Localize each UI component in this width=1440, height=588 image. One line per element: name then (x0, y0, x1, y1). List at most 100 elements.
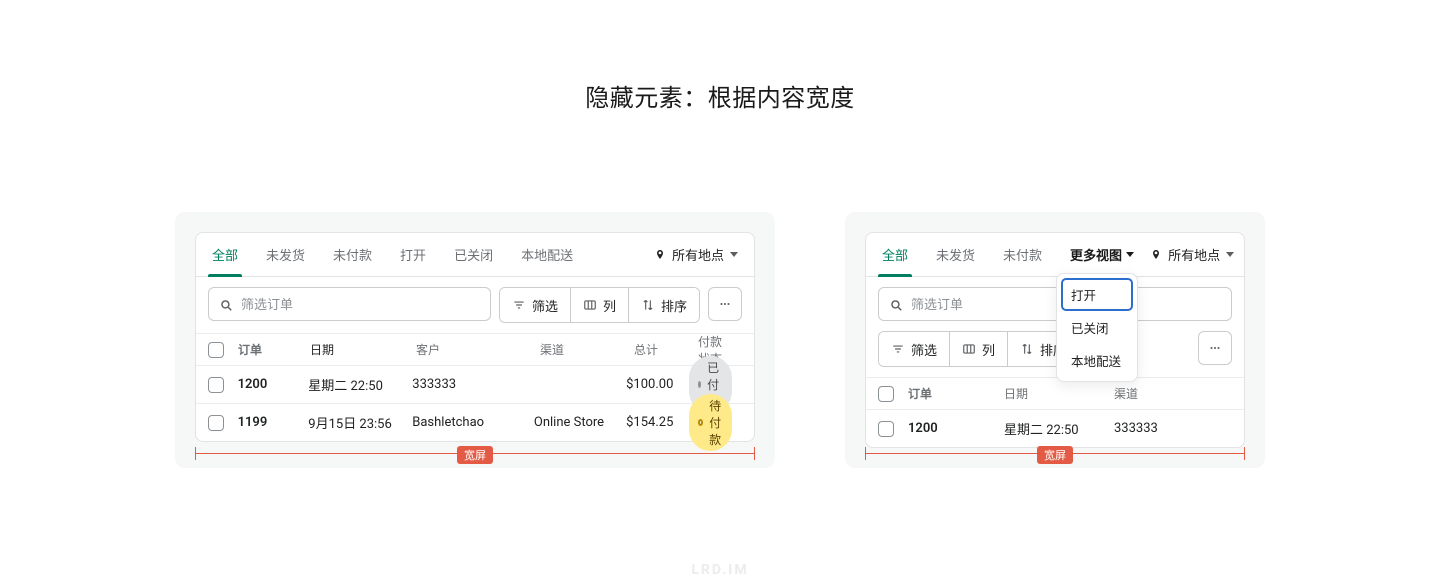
orders-card-wide: 全部 未发货 未付款 打开 已关闭 本地配送 所有地点 (195, 232, 755, 442)
filter-icon (891, 342, 905, 356)
sort-button[interactable]: 排序 (628, 288, 699, 322)
col-date: 日期 (310, 341, 416, 358)
orders-card-narrow: 全部 未发货 未付款 更多视图 所有地点 (865, 232, 1245, 448)
columns-icon (583, 298, 597, 312)
col-order: 订单 (238, 341, 310, 358)
tab-unshipped[interactable]: 未发货 (254, 233, 317, 276)
row-checkbox[interactable] (878, 421, 894, 437)
col-channel: 渠道 (540, 341, 634, 358)
tabs-row: 全部 未发货 未付款 更多视图 所有地点 (866, 233, 1244, 277)
toolbar-2: 筛选 列 排序 (866, 331, 1244, 377)
watermark: LRD.IM (0, 562, 1440, 578)
status-badge-pending: 待付款 (689, 394, 732, 451)
filter-label: 筛选 (532, 296, 558, 315)
cell-date: 星期二 22:50 (1004, 419, 1114, 438)
status-text: 待付款 (709, 397, 723, 448)
menu-item-local-delivery[interactable]: 本地配送 (1061, 344, 1133, 377)
col-channel: 渠道 (1114, 385, 1232, 402)
columns-button[interactable]: 列 (949, 332, 1007, 366)
panel-wide: 全部 未发货 未付款 打开 已关闭 本地配送 所有地点 (175, 212, 775, 468)
chevron-down-icon (1226, 252, 1234, 257)
sort-icon (641, 298, 655, 312)
columns-label: 列 (982, 340, 995, 359)
location-label: 所有地点 (1168, 245, 1220, 264)
location-filter-button[interactable]: 所有地点 (1146, 239, 1238, 270)
select-all-checkbox[interactable] (878, 386, 894, 402)
tab-all[interactable]: 全部 (870, 233, 920, 276)
more-actions-button[interactable] (1198, 331, 1232, 365)
tab-unpaid[interactable]: 未付款 (321, 233, 384, 276)
width-annotation: 宽屏 (865, 444, 1245, 464)
chevron-down-icon (730, 252, 738, 257)
tabs: 全部 未发货 未付款 打开 已关闭 本地配送 (196, 233, 585, 276)
row-checkbox[interactable] (208, 377, 224, 393)
search-input-wrap[interactable] (878, 287, 1232, 321)
annotation-label: 宽屏 (457, 446, 493, 464)
page-title: 隐藏元素：根据内容宽度 (0, 78, 1440, 113)
cell-total: $154.25 (626, 415, 689, 430)
table-row[interactable]: 1199 9月15日 23:56 Bashletchao Online Stor… (196, 403, 754, 441)
tab-more-views[interactable]: 更多视图 (1058, 233, 1146, 276)
toolbar: 筛选 列 排序 (196, 277, 754, 333)
search-input[interactable] (241, 297, 480, 312)
cell-customer: Bashletchao (412, 415, 534, 430)
toolbar-buttons: 筛选 列 排序 (499, 287, 700, 323)
select-all-checkbox[interactable] (208, 342, 224, 358)
col-date: 日期 (1004, 385, 1114, 402)
menu-item-open[interactable]: 打开 (1061, 278, 1133, 311)
examples-row: 全部 未发货 未付款 打开 已关闭 本地配送 所有地点 (0, 212, 1440, 468)
toolbar-buttons: 筛选 列 排序 (878, 331, 1079, 367)
status-dot-icon (698, 419, 703, 426)
menu-item-closed[interactable]: 已关闭 (1061, 311, 1133, 344)
sort-label: 排序 (661, 296, 687, 315)
location-label: 所有地点 (672, 245, 724, 264)
col-order: 订单 (908, 385, 1004, 402)
cell-order: 1200 (238, 377, 309, 392)
filter-label: 筛选 (911, 340, 937, 359)
filter-icon (512, 298, 526, 312)
cell-channel: Online Store (534, 415, 626, 430)
search-icon (219, 297, 233, 311)
chevron-down-icon (1126, 252, 1134, 257)
cell-date: 9月15日 23:56 (308, 413, 412, 432)
filter-button[interactable]: 筛选 (500, 288, 570, 322)
cell-customer: 333333 (412, 377, 534, 392)
cell-status: 待付款 (689, 394, 742, 451)
panel-narrow: 全部 未发货 未付款 更多视图 所有地点 (845, 212, 1265, 468)
tab-unshipped[interactable]: 未发货 (924, 233, 987, 276)
more-icon (718, 297, 732, 311)
table-row[interactable]: 1200 星期二 22:50 333333 $100.00 已付款 (196, 365, 754, 403)
col-customer: 客户 (416, 341, 540, 358)
row-checkbox[interactable] (208, 415, 224, 431)
columns-label: 列 (603, 296, 616, 315)
tabs: 全部 未发货 未付款 更多视图 (866, 233, 1146, 276)
search-icon (889, 297, 903, 311)
columns-button[interactable]: 列 (570, 288, 628, 322)
search-input-wrap[interactable] (208, 287, 491, 321)
cell-order: 1199 (238, 415, 309, 430)
tab-open[interactable]: 打开 (388, 233, 438, 276)
pin-icon (1150, 249, 1162, 261)
tab-closed[interactable]: 已关闭 (442, 233, 505, 276)
more-icon (1208, 341, 1222, 355)
table-row[interactable]: 1200 星期二 22:50 333333 (866, 409, 1244, 447)
width-annotation: 宽屏 (195, 444, 755, 464)
table-header: 订单 日期 客户 渠道 总计 付款状态 (196, 333, 754, 365)
tab-all[interactable]: 全部 (200, 233, 250, 276)
cell-date: 星期二 22:50 (308, 375, 412, 394)
toolbar (866, 277, 1244, 331)
tab-unpaid[interactable]: 未付款 (991, 233, 1054, 276)
cell-customer: 333333 (1114, 421, 1232, 436)
more-tab-label: 更多视图 (1070, 245, 1122, 264)
status-dot-icon (698, 381, 701, 388)
pin-icon (654, 249, 666, 261)
tabs-row: 全部 未发货 未付款 打开 已关闭 本地配送 所有地点 (196, 233, 754, 277)
sort-icon (1020, 342, 1034, 356)
annotation-label: 宽屏 (1037, 446, 1073, 464)
location-filter-button[interactable]: 所有地点 (650, 239, 742, 270)
more-actions-button[interactable] (708, 287, 742, 321)
cell-order: 1200 (908, 421, 1004, 436)
table-header: 订单 日期 渠道 (866, 377, 1244, 409)
filter-button[interactable]: 筛选 (879, 332, 949, 366)
tab-local-delivery[interactable]: 本地配送 (509, 233, 585, 276)
